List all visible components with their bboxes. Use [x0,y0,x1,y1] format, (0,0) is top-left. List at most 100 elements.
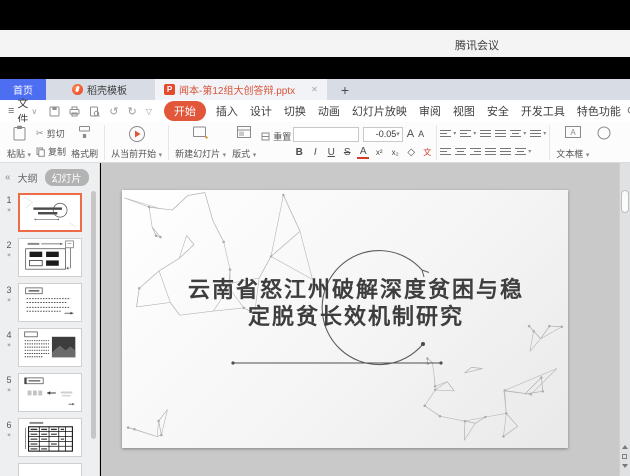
copy-button[interactable]: 复制 [36,145,66,158]
play-from-current-button[interactable]: 从当前开始 ▾ [108,124,165,161]
slide-canvas[interactable]: 云南省怒江州破解深度贫困与稳 定脱贫长效机制研究 [101,163,630,476]
menu-item-design[interactable]: 设计 [250,103,272,119]
menu-item-review[interactable]: 审阅 [419,103,441,119]
close-tab-icon[interactable]: ✕ [311,85,318,94]
paste-icon [12,125,27,141]
panel-scrollbar[interactable] [91,191,96,439]
slide-thumbnail-5[interactable] [18,373,82,412]
undo-icon[interactable]: ↺ [109,105,118,118]
pptx-file-icon: P [164,84,175,95]
increase-font-button[interactable]: A [407,128,414,140]
tab-docer-templates[interactable]: 稻壳模板 [60,79,139,100]
slide-number: 5 [6,375,11,385]
slide-editor[interactable]: 云南省怒江州破解深度贫困与稳 定脱贫长效机制研究 [122,190,568,448]
distribute-icon[interactable] [500,148,511,155]
customize-toolbar-icon[interactable]: ▽ [146,107,152,116]
decrease-indent-icon[interactable] [480,130,491,137]
paragraph-group: ▾ ▾ ▾ ▾ ▾ [440,124,546,161]
reset-label: 重置 [273,130,291,143]
tab-document-active[interactable]: P 闻本-第12组大创答辩.pptx ✕ [155,79,327,100]
slide-thumbnail-row-3: 3✶ [2,283,87,322]
text-box-label: 文本框 [556,149,583,159]
superscript-button[interactable]: x² [373,148,385,157]
slide-thumbnail-row-6: 6✶ [2,418,87,457]
new-slide-label: 新建幻灯片 [175,149,220,159]
menu-item-insert[interactable]: 插入 [216,103,238,119]
slide-thumbnail-6[interactable] [18,418,82,457]
paste-button[interactable]: 粘贴 ▾ [4,124,34,161]
scrollbar-thumb[interactable] [621,190,629,213]
menu-item-transition[interactable]: 切换 [284,103,306,119]
font-size-control[interactable]: ▾ [363,127,403,142]
reset-button[interactable]: 重置 [261,130,291,143]
shapes-button[interactable] [592,124,616,161]
file-dropdown-icon: ∨ [31,107,37,116]
play-from-current-label: 从当前开始 [111,149,156,159]
cut-button[interactable]: ✂剪切 [36,127,66,140]
next-slide-button[interactable] [622,464,628,468]
justify-icon[interactable] [485,148,496,155]
tab-outline[interactable]: 大纲 [18,170,38,185]
layout-button[interactable]: 版式 ▾ [229,124,259,161]
tab-slides[interactable]: 幻灯片 [45,169,89,186]
print-preview-icon[interactable] [89,106,100,117]
format-painter-button[interactable]: 格式刷 [68,124,101,161]
bold-button[interactable]: B [293,147,305,158]
font-size-input[interactable] [366,129,396,139]
highlight-button[interactable]: ◇ [405,147,417,158]
bullets-icon[interactable] [440,130,451,137]
ribbon-toolbar: 粘贴 ▾ ✂剪切 复制 格式刷 从当前开始 ▾ 新建幻灯片 ▾ 版式 ▾ 重置 [0,122,630,163]
menu-item-security[interactable]: 安全 [487,103,509,119]
panel-view-tabs: « 大纲 幻灯片 [5,169,95,186]
text-box-icon: A [564,125,582,139]
slide-thumbnail-1[interactable] [18,193,82,232]
slide-thumbnail-7[interactable] [18,463,82,476]
text-box-button[interactable]: A 文本框 ▾ [553,124,592,161]
transition-star-icon: ✶ [6,297,11,304]
menu-item-devtools[interactable]: 开发工具 [521,103,565,119]
redo-icon[interactable]: ↻ [128,105,137,118]
slide-thumbnail-3[interactable] [18,283,82,322]
slide-thumbnail-row-2: 2✶ [2,238,87,277]
ribbon-separator [436,125,437,160]
subscript-button[interactable]: x₂ [389,148,401,157]
copy-label: 复制 [48,145,66,158]
menu-item-view[interactable]: 视图 [453,103,475,119]
increase-indent-icon[interactable] [495,130,506,137]
play-circle-icon [128,125,146,143]
save-icon[interactable] [49,106,60,117]
menu-item-slideshow[interactable]: 幻灯片放映 [352,103,407,119]
align-center-icon[interactable] [455,148,466,155]
menu-item-animation[interactable]: 动画 [318,103,340,119]
phonetic-guide-button[interactable]: 文 [421,147,433,158]
slide-nav-menu-button[interactable] [622,454,627,459]
align-left-icon[interactable] [440,148,451,155]
underline-button[interactable]: U [325,147,337,158]
menu-item-features[interactable]: 特色功能 [577,103,621,119]
new-tab-button[interactable]: + [341,79,349,100]
text-direction-icon[interactable] [510,130,521,137]
slide-title-line2: 定脱贫长效机制研究 [133,303,579,330]
font-color-button[interactable]: A [357,147,369,159]
decrease-font-button[interactable]: A [418,129,424,139]
numbering-icon[interactable] [460,130,471,137]
font-name-input[interactable] [293,127,359,142]
new-slide-button[interactable]: 新建幻灯片 ▾ [172,124,229,161]
slide-thumbnail-4[interactable] [18,328,82,367]
line-spacing-icon[interactable] [515,148,526,155]
strikethrough-button[interactable]: S [341,147,353,158]
ribbon-separator [168,125,169,160]
ribbon-separator [104,125,105,160]
align-right-icon[interactable] [470,148,481,155]
svg-text:A: A [570,128,576,137]
slide-title-textbox[interactable]: 云南省怒江州破解深度贫困与稳 定脱贫长效机制研究 [133,276,579,330]
collapse-panel-button[interactable]: « [5,172,11,183]
previous-slide-button[interactable] [622,445,628,449]
vertical-scrollbar[interactable] [619,163,630,476]
columns-icon[interactable] [530,130,541,137]
print-icon[interactable] [69,106,80,117]
italic-button[interactable]: I [309,147,321,158]
slide-thumbnail-2[interactable] [18,238,82,277]
slide-title-line1: 云南省怒江州破解深度贫困与稳 [133,276,579,303]
menu-item-home[interactable]: 开始 [164,101,206,121]
